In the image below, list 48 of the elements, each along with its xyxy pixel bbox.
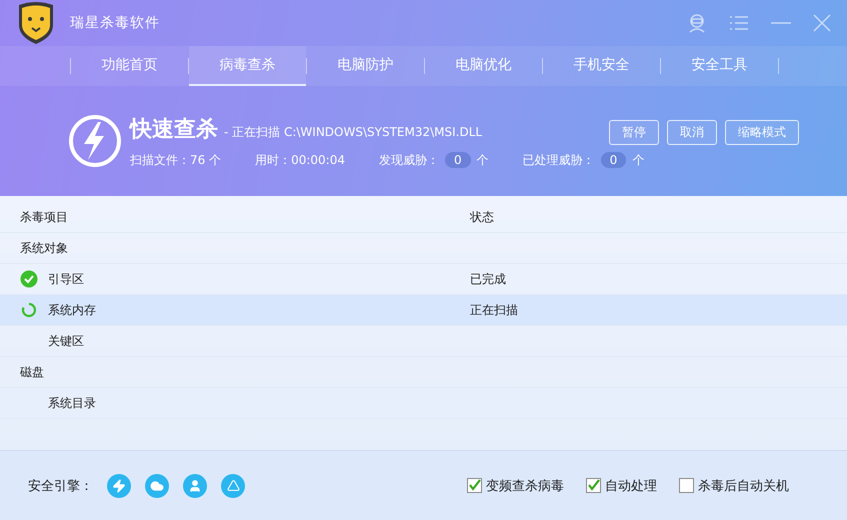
nav-tab[interactable]: 功能首页: [71, 46, 188, 86]
option-label: 自动处理: [605, 478, 657, 494]
stat-label: 扫描文件：76 个: [130, 152, 222, 168]
spinner-icon: [21, 302, 37, 318]
status-text: 已完成: [470, 270, 506, 288]
stat-label: 发现威胁：: [379, 152, 439, 168]
stat-label: 用时：00:00:04: [255, 152, 345, 168]
triangle-engine-icon[interactable]: [221, 474, 245, 498]
stat-label: 已处理威胁：: [522, 152, 595, 168]
unit-label: 个: [632, 152, 644, 168]
close-icon[interactable]: [813, 14, 831, 32]
scan-title: 快速查杀: [130, 116, 218, 144]
scan-button[interactable]: 暂停: [609, 120, 659, 145]
minimize-icon[interactable]: [771, 21, 791, 25]
item-name: 系统目录: [48, 394, 96, 412]
account-icon[interactable]: [687, 13, 707, 33]
option-label: 杀毒后自动关机: [698, 478, 789, 494]
group-name: 系统对象: [20, 240, 68, 256]
checkbox[interactable]: [586, 478, 601, 493]
option-label: 变频查杀病毒: [486, 478, 564, 494]
unit-label: 个: [476, 152, 489, 168]
nav-tab[interactable]: 安全工具: [661, 46, 778, 86]
count-badge: 0: [445, 152, 471, 168]
status-text: 正在扫描: [470, 302, 518, 318]
check-circle-icon: [20, 270, 38, 288]
app-title: 瑞星杀毒软件: [70, 14, 160, 32]
item-name: 关键区: [48, 332, 84, 350]
scan-path: - 正在扫描 C:\WINDOWS\SYSTEM32\MSI.DLL: [224, 124, 482, 140]
menu-icon[interactable]: [729, 15, 749, 31]
scan-button[interactable]: 缩略模式: [725, 120, 799, 145]
item-name: 引导区: [48, 270, 84, 288]
column-header: 杀毒项目: [20, 208, 68, 226]
nav-tab[interactable]: 病毒查杀: [189, 46, 306, 86]
checkbox[interactable]: [679, 478, 694, 493]
user-engine-icon[interactable]: [183, 474, 207, 498]
lightning-icon: [68, 114, 122, 168]
lightning-engine-icon[interactable]: [107, 474, 131, 498]
scan-button[interactable]: 取消: [667, 120, 717, 145]
nav-tab[interactable]: 电脑防护: [307, 46, 424, 86]
nav-tab[interactable]: 电脑优化: [425, 46, 542, 86]
count-badge: 0: [600, 152, 626, 168]
group-name: 磁盘: [20, 364, 44, 380]
checkbox[interactable]: [467, 478, 482, 493]
nav-tab[interactable]: 手机安全: [543, 46, 660, 86]
cloud-engine-icon[interactable]: [145, 474, 169, 498]
engines-label: 安全引擎：: [28, 478, 93, 494]
column-header: 状态: [470, 208, 494, 226]
item-name: 系统内存: [48, 302, 96, 318]
